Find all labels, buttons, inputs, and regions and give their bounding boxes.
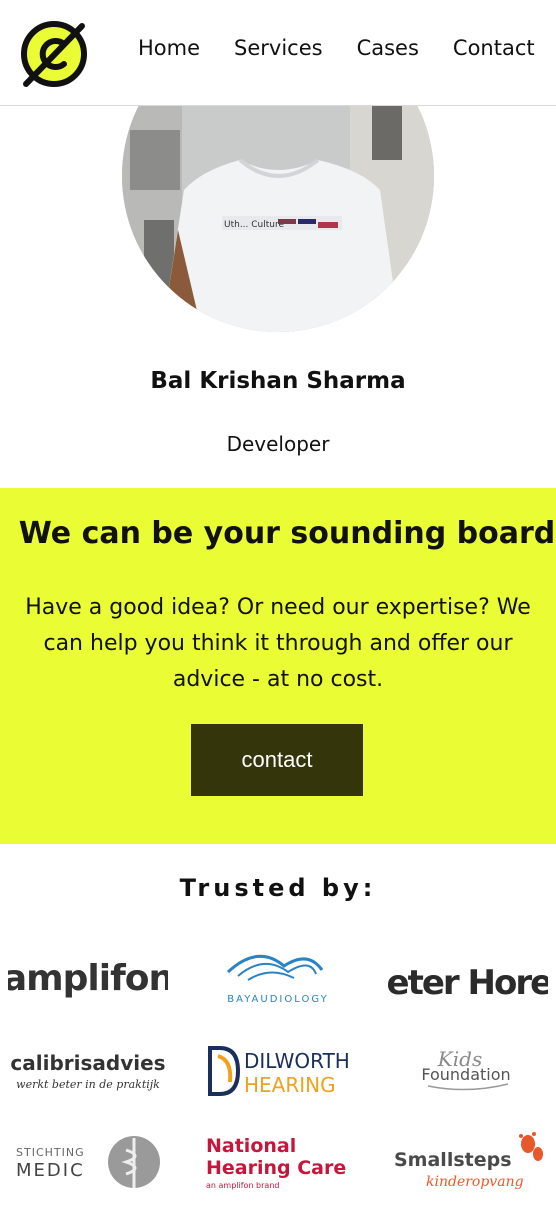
person-name: Bal Krishan Sharma [150,368,406,394]
beter-horen-logo: Beter Horen [388,940,548,1010]
svg-text:Foundation: Foundation [421,1065,510,1084]
person-role: Developer [226,432,330,456]
svg-text:Hearing Care: Hearing Care [206,1157,346,1179]
nav-home-link[interactable]: Home [138,36,200,60]
svg-text:STICHTING: STICHTING [16,1146,85,1159]
svg-text:kinderopvang: kinderopvang [426,1174,524,1190]
contact-button[interactable]: contact [191,724,363,796]
shirt-print-text: Uth... Culture [224,220,284,230]
calibris-advies-logo: calibrisadvies werkt beter in de praktij… [8,1036,168,1106]
site-header: Home Services Cases Contact [0,0,556,106]
svg-text:National: National [206,1135,296,1157]
brand-logo-icon[interactable] [20,18,92,90]
svg-text:werkt beter in de praktijk: werkt beter in de praktijk [16,1078,160,1091]
svg-text:Beter Horen: Beter Horen [388,963,548,1003]
cta-section: We can be your sounding board Have a goo… [0,488,556,844]
dilworth-hearing-logo: DILWORTH HEARING [198,1036,358,1106]
stichting-medic-logo: STICHTING MEDIC [8,1128,168,1198]
main-nav: Home Services Cases Contact [138,36,535,60]
svg-text:Smallsteps: Smallsteps [394,1149,512,1171]
svg-text:calibrisadvies: calibrisadvies [10,1051,165,1075]
trusted-title: Trusted by: [179,874,377,902]
svg-text:HEARING: HEARING [244,1073,336,1097]
bay-audiology-logo: BAYAUDIOLOGY [198,940,358,1010]
svg-text:DILWORTH: DILWORTH [244,1049,350,1073]
svg-text:an amplifon brand: an amplifon brand [206,1181,279,1190]
national-hearing-care-logo: National Hearing Care an amplifon brand [198,1128,358,1198]
cta-text: Have a good idea? Or need our expertise?… [25,595,531,692]
svg-text:MEDIC: MEDIC [16,1160,85,1181]
nav-services-link[interactable]: Services [234,36,323,60]
cta-title: We can be your sounding board [18,516,556,551]
kids-foundation-logo: Kids Foundation [388,1036,548,1106]
nav-cases-link[interactable]: Cases [357,36,419,60]
smallsteps-logo: Smallsteps kinderopvang [388,1128,548,1198]
nav-contact-link[interactable]: Contact [453,36,535,60]
amplifon-logo: amplifon [8,940,168,1010]
svg-text:amplifon: amplifon [8,958,168,999]
svg-text:BAYAUDIOLOGY: BAYAUDIOLOGY [227,994,328,1005]
